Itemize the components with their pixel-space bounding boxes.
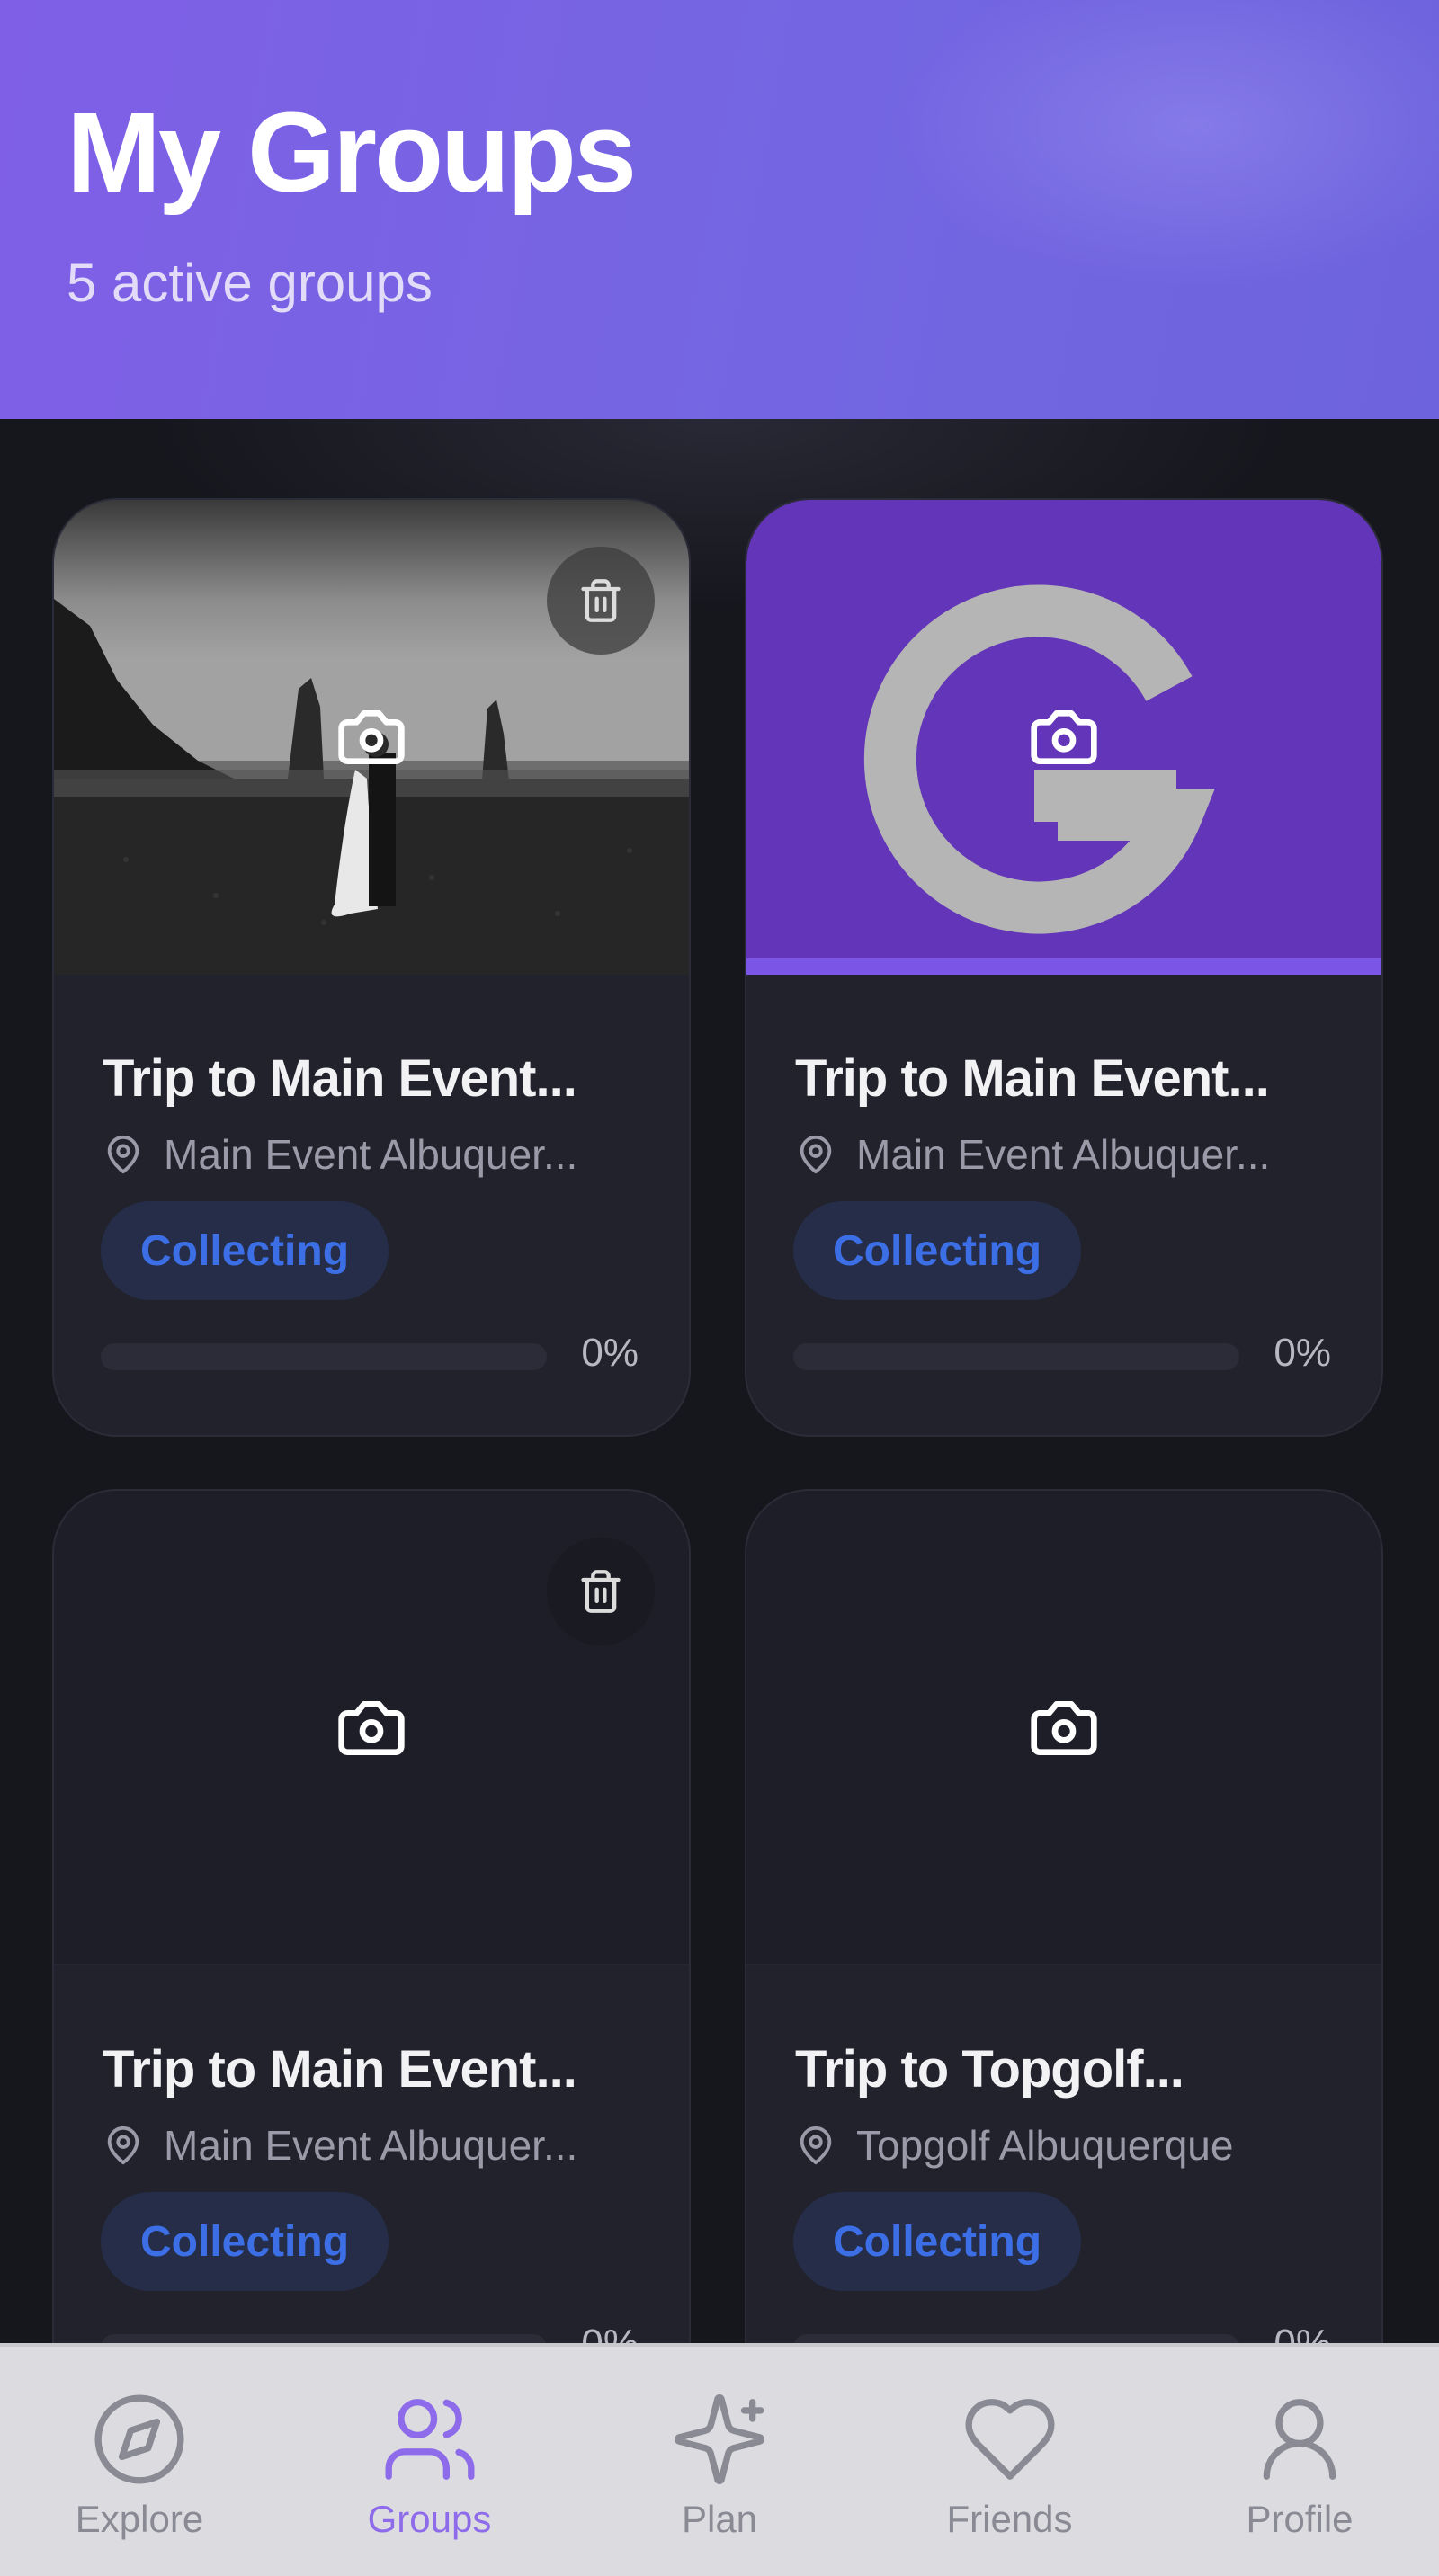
progress-bar	[101, 2334, 547, 2343]
groups-grid[interactable]: Trip to Main Event... Main Event Albuque…	[0, 419, 1439, 2343]
progress-bar	[793, 2334, 1239, 2343]
map-pin-icon	[800, 1136, 832, 1174]
nav-item-label: Profile	[1246, 2498, 1354, 2540]
progress-percent: 0%	[1274, 1331, 1331, 1375]
group-location-text: Topgolf Albuquerque	[856, 2122, 1234, 2169]
camera-icon[interactable]	[1019, 701, 1109, 773]
nav-item-friends[interactable]: Friends	[907, 2347, 1113, 2576]
progress-percent: 0%	[581, 1331, 639, 1375]
group-title: Trip to Main Event...	[795, 1049, 1270, 1108]
nav-item-label: Plan	[681, 2498, 758, 2540]
group-location: Main Event Albuquer...	[795, 1128, 1353, 1181]
sparkles-icon	[675, 2394, 764, 2484]
heart-icon	[965, 2399, 1054, 2480]
group-location-text: Main Event Albuquer...	[164, 2122, 578, 2169]
group-card[interactable]: Trip to Main Event... Main Event Albuque…	[52, 498, 691, 1437]
group-card[interactable]: Trip to Main Event... Main Event Albuque…	[52, 1489, 691, 2343]
users-icon	[385, 2399, 474, 2480]
group-location-text: Main Event Albuquer...	[856, 1131, 1271, 1178]
camera-icon[interactable]	[326, 1692, 416, 1764]
progress-percent: 0%	[1274, 2322, 1331, 2343]
delete-group-button[interactable]	[547, 547, 655, 655]
camera-icon[interactable]	[1019, 1692, 1109, 1764]
nav-item-groups[interactable]: Groups	[326, 2347, 533, 2576]
status-badge-label: Collecting	[140, 1226, 350, 1275]
status-badge-label: Collecting	[833, 2217, 1042, 2266]
status-badge-label: Collecting	[833, 1226, 1042, 1275]
user-icon	[1263, 2399, 1336, 2480]
compass-icon	[94, 2394, 184, 2484]
group-title: Trip to Main Event...	[103, 1049, 577, 1108]
progress-bar	[101, 1343, 547, 1370]
nav-item-label: Explore	[75, 2498, 204, 2540]
delete-group-button[interactable]	[547, 1538, 655, 1645]
group-count: 5 active groups	[67, 253, 433, 313]
status-badge: Collecting	[793, 2192, 1082, 2291]
group-cover-image[interactable]	[746, 500, 1381, 975]
page-title: My Groups	[67, 89, 637, 216]
map-pin-icon	[800, 2126, 832, 2165]
nav-item-label: Friends	[946, 2498, 1073, 2540]
group-card[interactable]: Trip to Topgolf... Topgolf Albuquerque C…	[745, 1489, 1383, 2343]
nav-item-plan[interactable]: Plan	[616, 2347, 823, 2576]
group-cover-image[interactable]	[54, 1491, 689, 1965]
group-location: Main Event Albuquer...	[103, 1128, 660, 1181]
group-title: Trip to Main Event...	[103, 2040, 577, 2099]
page-header: My Groups 5 active groups	[0, 0, 1439, 419]
status-badge: Collecting	[793, 1201, 1082, 1300]
camera-icon[interactable]	[326, 701, 416, 773]
status-badge: Collecting	[101, 2192, 389, 2291]
trash-icon	[581, 579, 621, 622]
nav-item-label: Groups	[367, 2498, 492, 2540]
group-title: Trip to Topgolf...	[795, 2040, 1184, 2099]
progress-bar	[793, 1343, 1239, 1370]
group-location-text: Main Event Albuquer...	[164, 1131, 578, 1178]
trash-icon	[581, 1570, 621, 1613]
status-badge: Collecting	[101, 1201, 389, 1300]
group-location: Topgolf Albuquerque	[795, 2118, 1353, 2172]
group-location: Main Event Albuquer...	[103, 2118, 660, 2172]
nav-item-explore[interactable]: Explore	[36, 2347, 243, 2576]
group-cover-image[interactable]	[746, 1491, 1381, 1965]
status-badge-label: Collecting	[140, 2217, 350, 2266]
group-cover-image[interactable]	[54, 500, 689, 975]
map-pin-icon	[107, 1136, 139, 1174]
nav-item-profile[interactable]: Profile	[1196, 2347, 1403, 2576]
group-card[interactable]: Trip to Main Event... Main Event Albuque…	[745, 498, 1383, 1437]
map-pin-icon	[107, 2126, 139, 2165]
bottom-nav: Explore Groups Plan Friends Profile	[0, 2343, 1439, 2576]
progress-percent: 0%	[581, 2322, 639, 2343]
